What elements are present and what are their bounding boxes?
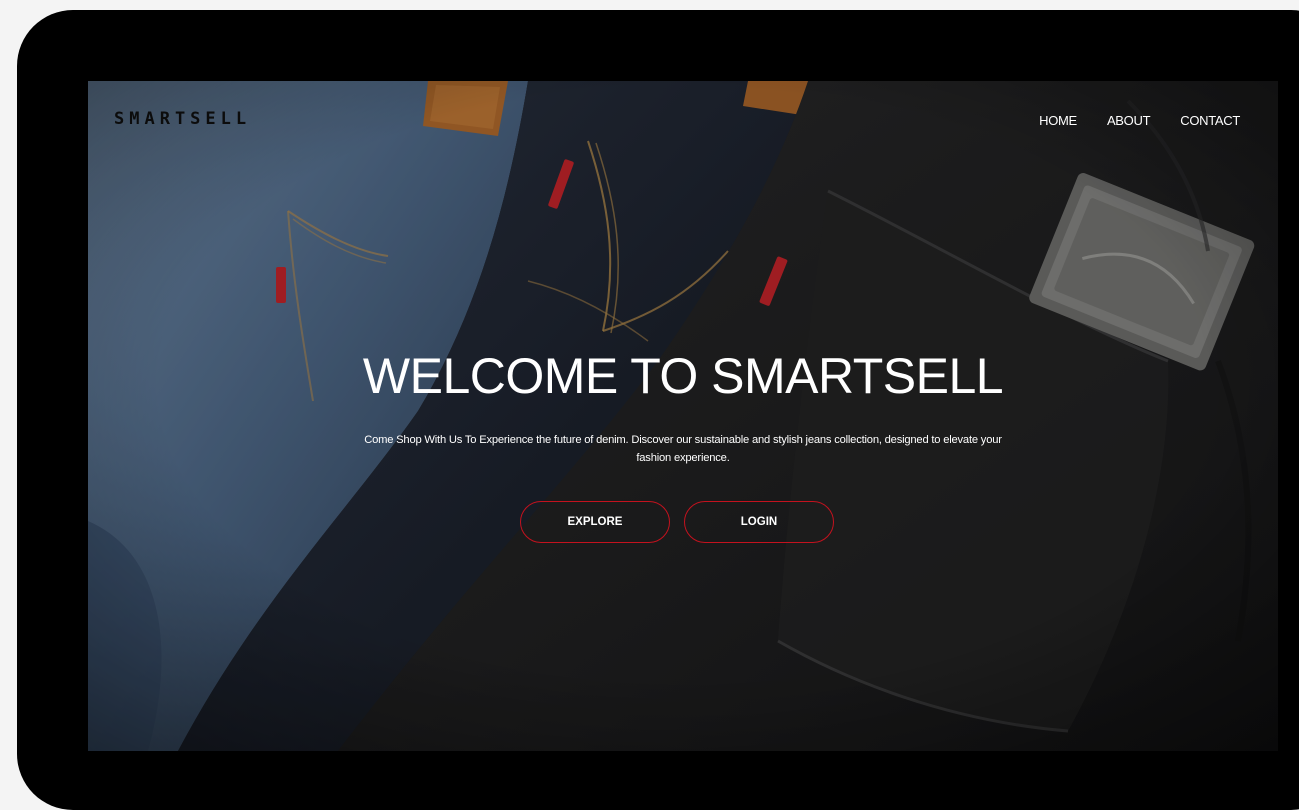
nav-contact-link[interactable]: CONTACT [1180, 113, 1240, 128]
website-viewport: SMARTSELL HOME ABOUT CONTACT WELCOME TO … [88, 81, 1278, 751]
smartsell-logo[interactable]: SMARTSELL [114, 109, 252, 129]
device-frame: SMARTSELL HOME ABOUT CONTACT WELCOME TO … [17, 10, 1299, 810]
hero-description: Come Shop With Us To Experience the futu… [364, 434, 1002, 464]
nav-about-link[interactable]: ABOUT [1107, 113, 1151, 128]
hero-section: WELCOME TO SMARTSELL Come Shop With Us T… [88, 351, 1278, 467]
hero-buttons: EXPLORE LOGIN [520, 501, 834, 543]
hero-title: WELCOME TO SMARTSELL [362, 348, 1004, 404]
login-button[interactable]: LOGIN [684, 501, 834, 543]
nav-home-link[interactable]: HOME [1039, 113, 1077, 128]
logo-text: SMARTSELL [114, 109, 252, 129]
explore-button[interactable]: EXPLORE [520, 501, 670, 543]
main-navigation: HOME ABOUT CONTACT [1039, 113, 1240, 128]
